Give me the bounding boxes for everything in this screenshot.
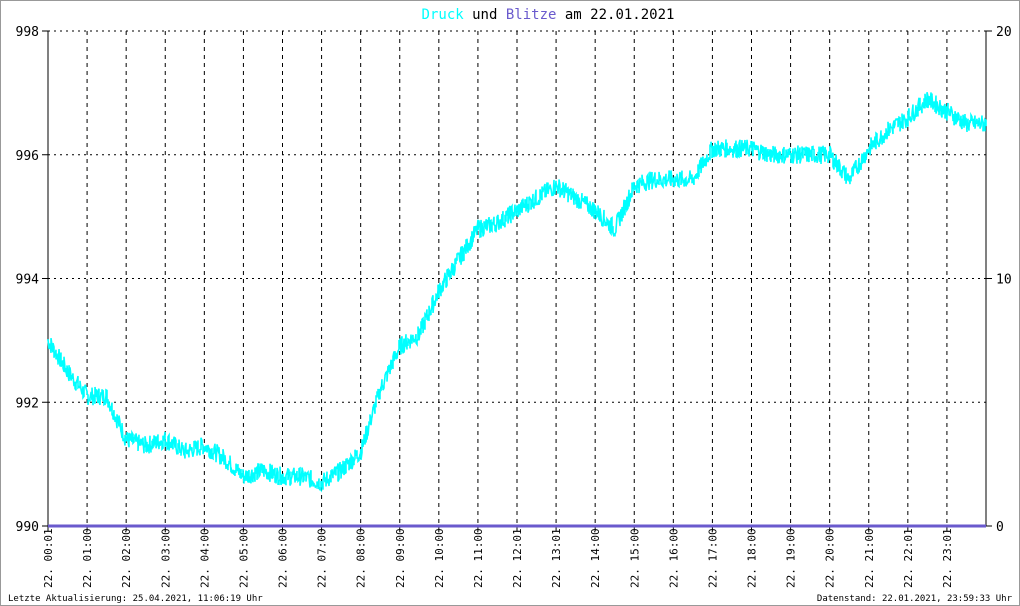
title-part-2: Blitze [506,7,557,23]
left-tick-label: 998 [16,25,39,40]
left-tick-label: 994 [16,273,40,288]
x-tick-label: 22. 14:00 [589,528,602,588]
x-tick-label: 22. 12:01 [511,528,524,588]
right-tick-label: 10 [996,273,1012,288]
x-tick-label: 22. 04:00 [198,528,211,588]
x-tick-label: 22. 09:00 [394,528,407,588]
right-tick-label: 20 [996,25,1012,40]
left-tick-label: 996 [16,149,39,164]
x-tick-label: 22. 10:00 [433,528,446,588]
x-tick-label: 22. 06:00 [277,528,290,588]
x-tick-label: 22. 20:00 [824,528,837,588]
title-part-0: Druck [422,7,465,23]
x-tick-label: 22. 05:00 [237,528,250,588]
x-tick-label: 22. 11:00 [472,528,485,588]
x-tick-label: 22. 08:00 [355,528,368,588]
title-part-1: und [464,7,506,23]
x-tick-label: 22. 22:01 [902,528,915,588]
x-tick-label: 22. 13:01 [550,528,563,588]
x-tick-label: 22. 23:01 [941,528,954,588]
title-part-3: am 22.01.2021 [556,7,674,23]
pressure-lightning-chart: Druck und Blitze am 22.01.2021 990 992 994… [8,7,1013,604]
x-tick-label: 22. 02:00 [120,528,133,588]
x-tick-label: 22. 01:00 [81,528,94,588]
chart-title: Druck und Blitze am 22.01.2021 [422,7,675,23]
x-tick-label: 22. 15:00 [628,528,641,588]
x-tick-label: 22. 17:00 [706,528,719,588]
right-tick-label: 0 [996,520,1004,535]
left-tick-label: 990 [16,520,39,535]
x-tick-label: 22. 16:00 [667,528,680,588]
left-tick-label: 992 [16,396,39,411]
x-tick-label: 22. 07:00 [316,528,329,588]
footer-last-update: Letzte Aktualisierung: 25.04.2021, 11:06… [8,594,263,604]
x-tick-label: 22. 19:00 [785,528,798,588]
x-tick-label: 22. 00:01 [42,528,55,588]
footer-data-status: Datenstand: 22.01.2021, 23:59:33 Uhr [817,594,1013,604]
x-tick-label: 22. 18:00 [746,528,759,588]
x-tick-label: 22. 03:00 [159,528,172,588]
x-tick-label: 22. 21:00 [863,528,876,588]
